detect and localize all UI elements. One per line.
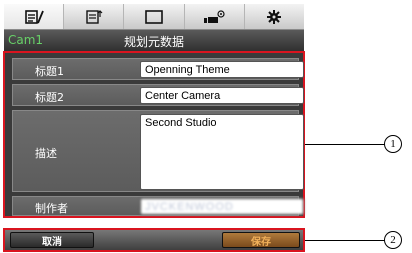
tab-camera-settings[interactable]	[185, 4, 245, 29]
metadata-edit-icon	[24, 9, 44, 24]
save-button[interactable]: 保存	[222, 232, 300, 248]
upload-document-icon	[86, 9, 103, 24]
form-row-title1: 标题1 Openning Theme	[12, 58, 304, 80]
form-row-title2: 标题2 Center Camera	[12, 84, 304, 106]
cancel-button[interactable]: 取消	[10, 232, 94, 248]
tab-monitor[interactable]	[124, 4, 185, 29]
metadata-form: 标题1 Openning Theme 标题2 Center Camera 描述 …	[3, 51, 305, 218]
title2-label: 标题2	[35, 91, 64, 104]
callout-line-1	[305, 144, 385, 145]
camera-settings-icon	[204, 9, 225, 23]
callout-1: 1	[384, 135, 402, 153]
monitor-icon	[145, 9, 163, 24]
form-row-description: 描述 Second Studio	[12, 110, 304, 192]
tab-bar	[4, 4, 304, 30]
action-bar: 取消 保存	[3, 228, 305, 252]
title2-field[interactable]: Center Camera	[140, 87, 304, 104]
title1-label: 标题1	[35, 65, 64, 78]
gear-icon	[267, 9, 282, 24]
producer-label: 制作者	[35, 202, 68, 215]
page-title: 规划元数据	[123, 35, 184, 49]
tab-metadata[interactable]	[4, 4, 65, 29]
producer-field[interactable]: JVCKENWOOD	[140, 198, 304, 215]
form-row-producer: 制作者 JVCKENWOOD	[12, 196, 304, 216]
callout-2: 2	[384, 231, 402, 249]
description-label: 描述	[35, 147, 57, 160]
title1-field[interactable]: Openning Theme	[140, 61, 304, 78]
description-field[interactable]: Second Studio	[140, 114, 304, 190]
tab-settings[interactable]	[245, 4, 304, 29]
title-bar: Cam1 规划元数据	[4, 30, 304, 52]
tab-upload[interactable]	[64, 4, 125, 29]
callout-line-2	[305, 240, 385, 241]
